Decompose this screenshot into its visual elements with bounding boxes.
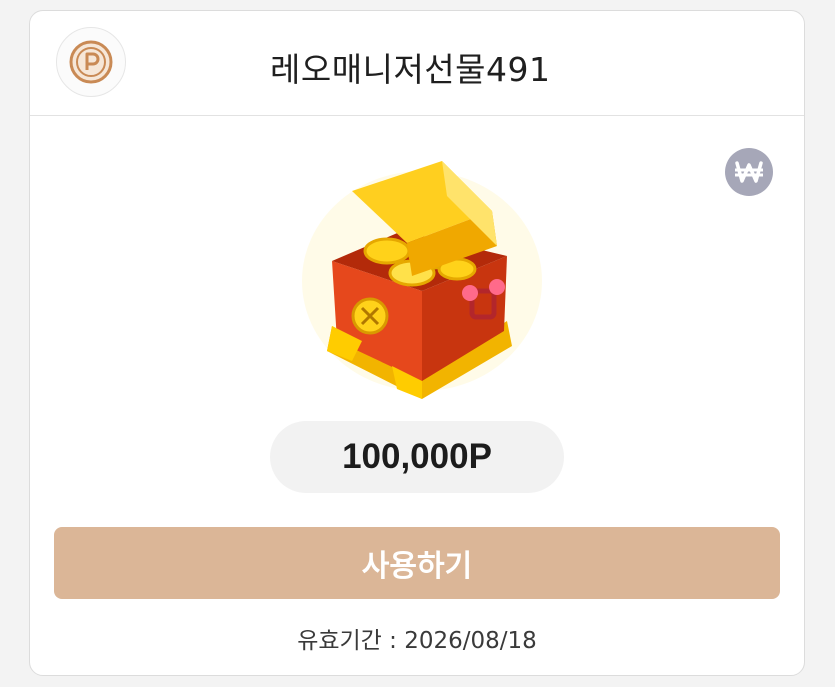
validity-line: 유효기간 : 2026/08/18 [30, 621, 804, 655]
point-logo [56, 27, 126, 97]
won-icon [725, 148, 773, 196]
point-p-icon [69, 40, 113, 84]
point-amount: 100,000P [270, 421, 564, 493]
gift-card: 레오매니저선물491 100,000P 사용하기 유효기간: 2026/08/… [29, 10, 805, 676]
use-button[interactable]: 사용하기 [54, 527, 780, 599]
validity-date: 2026/08/18 [404, 628, 537, 654]
treasure-chest-icon [302, 161, 542, 399]
gift-title: 레오매니저선물491 [270, 50, 551, 89]
validity-label: 유효기간 [297, 628, 382, 654]
card-header: 레오매니저선물491 [30, 11, 804, 116]
validity-separator: : [381, 628, 405, 654]
